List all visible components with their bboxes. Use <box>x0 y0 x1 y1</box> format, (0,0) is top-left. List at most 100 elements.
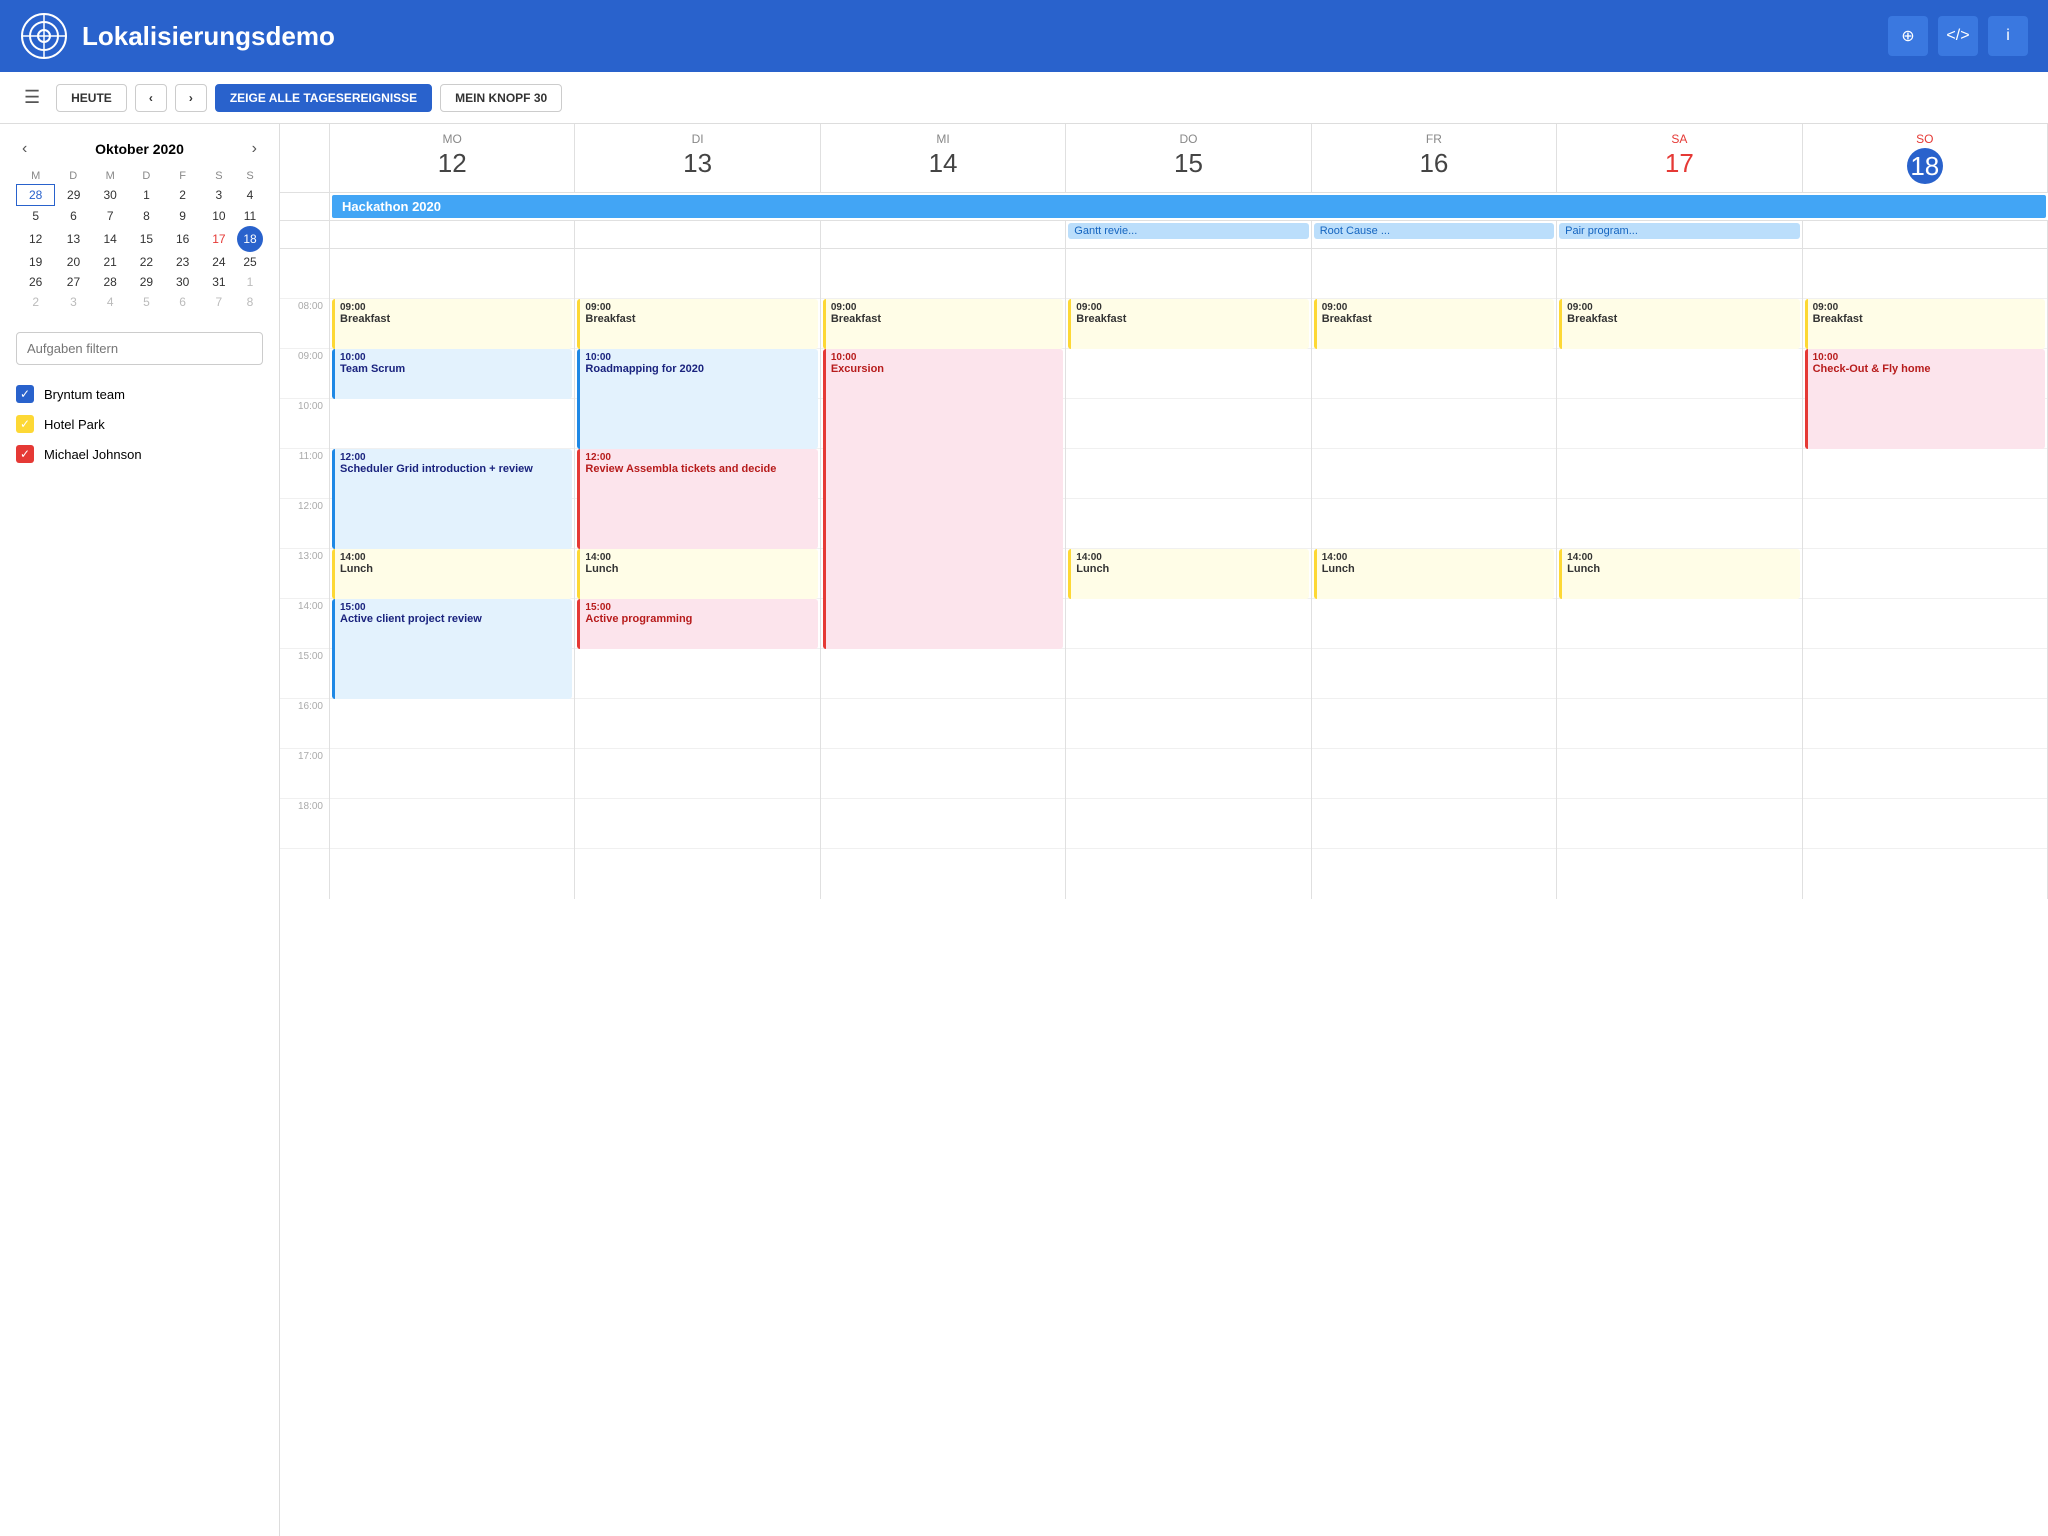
mini-cal-day[interactable]: 12 <box>17 226 55 252</box>
event-block[interactable]: 15:00Active programming <box>577 599 817 649</box>
mini-cal-day[interactable]: 15 <box>128 226 164 252</box>
my-button[interactable]: MEIN KNOPF 30 <box>440 84 562 112</box>
day-cell <box>1803 699 2047 749</box>
event-block[interactable]: 09:00Breakfast <box>1068 299 1308 349</box>
mini-cal-day[interactable]: 14 <box>92 226 128 252</box>
event-block[interactable]: 09:00Breakfast <box>1314 299 1554 349</box>
show-all-button[interactable]: ZEIGE ALLE TAGESEREIGNISSE <box>215 84 432 112</box>
mini-cal-day[interactable]: 11 <box>237 206 263 227</box>
small-day5-rootcause[interactable]: Root Cause ... <box>1312 221 1557 248</box>
mini-cal-day[interactable]: 5 <box>17 206 55 227</box>
days-header: Mo12Di13Mi14Do15Fr16Sa17So18 <box>280 124 2048 193</box>
mini-cal-day[interactable]: 28 <box>92 272 128 292</box>
mini-cal-day[interactable]: 9 <box>165 206 201 227</box>
mini-cal-day[interactable]: 16 <box>165 226 201 252</box>
menu-icon[interactable]: ☰ <box>16 83 48 112</box>
mini-cal-day[interactable]: 2 <box>165 185 201 206</box>
legend-item[interactable]: ✓Bryntum team <box>16 385 263 403</box>
event-block[interactable]: 10:00Team Scrum <box>332 349 572 399</box>
mini-cal-day[interactable]: 30 <box>92 185 128 206</box>
small-day6-pair[interactable]: Pair program... <box>1557 221 1802 248</box>
mini-cal-day[interactable]: 20 <box>55 252 92 272</box>
event-block[interactable]: 14:00Lunch <box>577 549 817 599</box>
next-button[interactable]: › <box>175 84 207 112</box>
mini-cal-day[interactable]: 25 <box>237 252 263 272</box>
mini-cal-day[interactable]: 30 <box>165 272 201 292</box>
mini-cal-day[interactable]: 8 <box>237 292 263 312</box>
event-block[interactable]: 09:00Breakfast <box>577 299 817 349</box>
mini-cal-day[interactable]: 1 <box>128 185 164 206</box>
code-button[interactable]: </> <box>1938 16 1978 56</box>
day-cell <box>1066 749 1310 799</box>
mini-cal-day[interactable]: 23 <box>165 252 201 272</box>
mini-cal-day[interactable]: 6 <box>165 292 201 312</box>
mini-cal-day[interactable]: 29 <box>55 185 92 206</box>
info-button[interactable]: i <box>1988 16 2028 56</box>
mini-cal-day[interactable]: 17 <box>201 226 237 252</box>
event-block[interactable]: 09:00Breakfast <box>1805 299 2045 349</box>
mini-cal-day[interactable]: 31 <box>201 272 237 292</box>
day-name: Mi <box>825 132 1061 146</box>
event-block[interactable]: 09:00Breakfast <box>823 299 1063 349</box>
hackathon-event[interactable]: Hackathon 2020 <box>332 195 2046 218</box>
day-header-mi: Mi14 <box>821 124 1066 192</box>
day-cell <box>1803 799 2047 849</box>
today-button[interactable]: HEUTE <box>56 84 127 112</box>
mini-cal-day[interactable]: 28 <box>17 185 55 206</box>
mini-cal-day[interactable]: 8 <box>128 206 164 227</box>
mini-cal-header: ‹ Oktober 2020 › <box>16 140 263 158</box>
event-block[interactable]: 14:00Lunch <box>332 549 572 599</box>
mini-cal-day[interactable]: 2 <box>17 292 55 312</box>
calendar-area: Mo12Di13Mi14Do15Fr16Sa17So18 Hackathon 2… <box>280 124 2048 1536</box>
day-cell <box>821 649 1065 699</box>
mini-cal-day[interactable]: 7 <box>201 292 237 312</box>
event-block[interactable]: 09:00Breakfast <box>1559 299 1799 349</box>
mini-cal-day[interactable]: 24 <box>201 252 237 272</box>
day-cell <box>1312 649 1556 699</box>
event-block[interactable]: 10:00Excursion <box>823 349 1063 649</box>
mini-cal-next[interactable]: › <box>246 140 263 158</box>
mini-cal-day[interactable]: 3 <box>55 292 92 312</box>
event-block[interactable]: 14:00Lunch <box>1559 549 1799 599</box>
event-block[interactable]: 10:00Roadmapping for 2020 <box>577 349 817 449</box>
mini-cal-day[interactable]: 22 <box>128 252 164 272</box>
mini-cal-day[interactable]: 26 <box>17 272 55 292</box>
move-button[interactable]: ⊕ <box>1888 16 1928 56</box>
mini-cal-day[interactable]: 21 <box>92 252 128 272</box>
day-cell <box>821 699 1065 749</box>
day-cell <box>1557 599 1801 649</box>
mini-cal-day[interactable]: 27 <box>55 272 92 292</box>
small-day4-gantt[interactable]: Gantt revie... <box>1066 221 1311 248</box>
mini-cal-day[interactable]: 1 <box>237 272 263 292</box>
legend-item[interactable]: ✓Hotel Park <box>16 415 263 433</box>
event-title: Breakfast <box>585 313 812 325</box>
filter-input[interactable] <box>16 332 263 365</box>
mini-cal-day[interactable]: 5 <box>128 292 164 312</box>
header-actions: ⊕ </> i <box>1888 16 2028 56</box>
mini-cal-day[interactable]: 19 <box>17 252 55 272</box>
event-block[interactable]: 12:00Review Assembla tickets and decide <box>577 449 817 549</box>
mini-cal-day[interactable]: 4 <box>92 292 128 312</box>
legend-item[interactable]: ✓Michael Johnson <box>16 445 263 463</box>
prev-button[interactable]: ‹ <box>135 84 167 112</box>
day-cell <box>1557 699 1801 749</box>
event-block[interactable]: 10:00Check-Out & Fly home <box>1805 349 2045 449</box>
mini-cal-day[interactable]: 13 <box>55 226 92 252</box>
time-slot-14:00: 14:00 <box>280 599 329 649</box>
mini-cal-day[interactable]: 18 <box>237 226 263 252</box>
mini-cal-day[interactable]: 29 <box>128 272 164 292</box>
event-block[interactable]: 14:00Lunch <box>1068 549 1308 599</box>
mini-cal-day[interactable]: 6 <box>55 206 92 227</box>
mini-cal-prev[interactable]: ‹ <box>16 140 33 158</box>
event-block[interactable]: 14:00Lunch <box>1314 549 1554 599</box>
mini-cal-day[interactable]: 4 <box>237 185 263 206</box>
mini-cal-day[interactable]: 10 <box>201 206 237 227</box>
event-block[interactable]: 15:00Active client project review <box>332 599 572 699</box>
time-slot-09:00: 09:00 <box>280 349 329 399</box>
event-time: 09:00 <box>585 302 812 313</box>
mini-cal-day[interactable]: 7 <box>92 206 128 227</box>
mini-cal-day[interactable]: 3 <box>201 185 237 206</box>
day-num: 18 <box>1907 148 1943 184</box>
event-block[interactable]: 09:00Breakfast <box>332 299 572 349</box>
event-block[interactable]: 12:00Scheduler Grid introduction + revie… <box>332 449 572 549</box>
